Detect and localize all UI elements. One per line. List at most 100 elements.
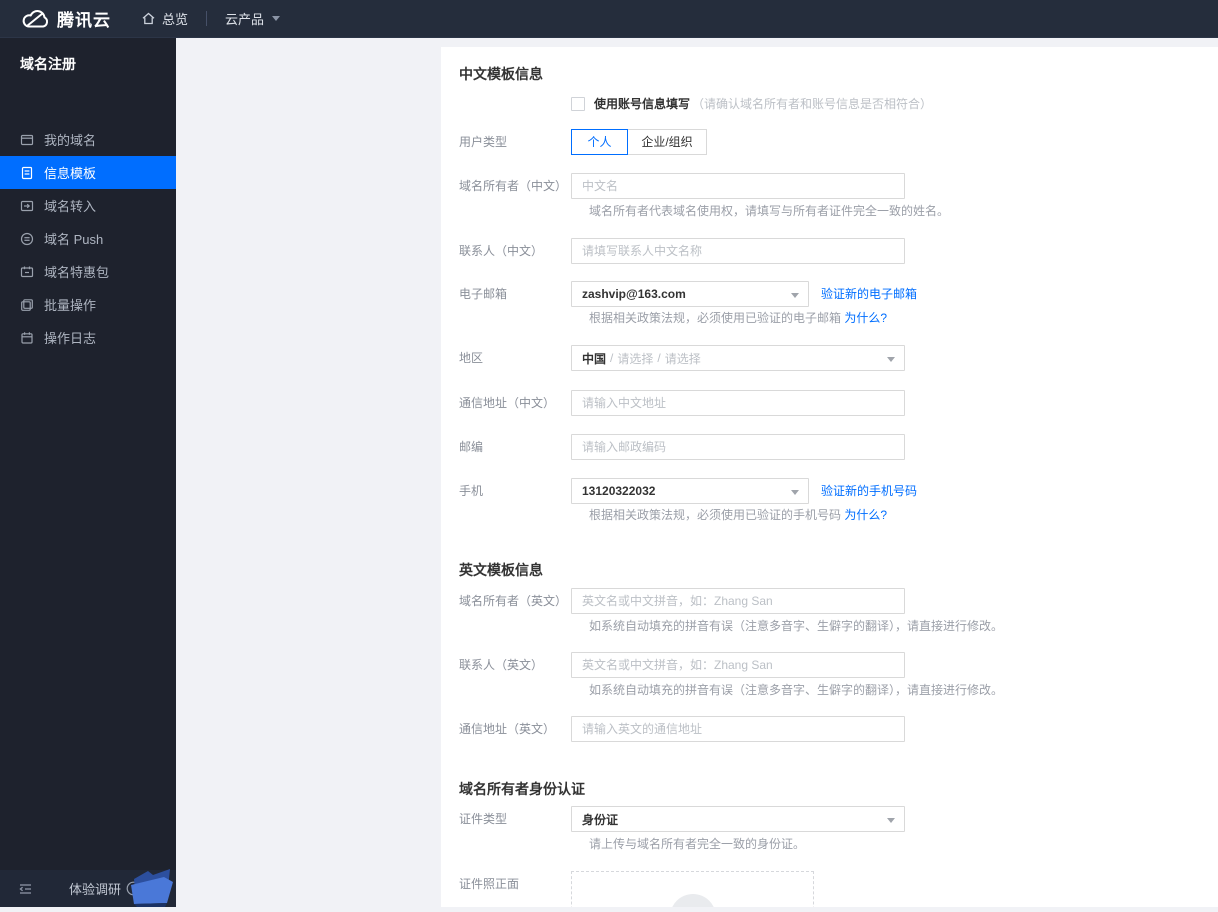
owner-en-label: 域名所有者（英文）	[459, 594, 568, 608]
nav-overview-label: 总览	[162, 12, 189, 27]
region-select[interactable]: 中国 / 请选择 / 请选择	[571, 345, 905, 371]
select-caret-icon	[791, 490, 799, 495]
collapse-sidebar-icon[interactable]	[18, 882, 33, 896]
address-en-row: 通信地址（英文）	[459, 716, 905, 742]
owner-en-help: 如系统自动填充的拼音有误（注意多音字、生僻字的翻译），请直接进行修改。	[589, 619, 1004, 633]
nav-cloud-products-label: 云产品	[225, 12, 265, 27]
batch-operation-icon	[20, 298, 34, 312]
sidebar-item-domain-package[interactable]: 域名特惠包	[0, 255, 176, 288]
cert-front-label: 证件照正面	[459, 877, 520, 891]
cert-type-label: 证件类型	[459, 812, 508, 826]
email-help-text: 根据相关政策法规，必须使用已验证的电子邮箱	[589, 311, 842, 325]
select-caret-icon	[887, 357, 895, 362]
contact-cn-input[interactable]	[571, 238, 905, 264]
owner-cn-help: 域名所有者代表域名使用权，请填写与所有者证件完全一致的姓名。	[589, 204, 950, 218]
phone-help-text: 根据相关政策法规，必须使用已验证的手机号码	[589, 508, 842, 522]
phone-why-link[interactable]: 为什么?	[844, 508, 887, 522]
cert-front-upload[interactable]	[571, 871, 814, 907]
region-separator: /	[657, 351, 661, 365]
verify-new-email-link[interactable]: 验证新的电子邮箱	[821, 281, 917, 307]
region-row: 地区 中国 / 请选择 / 请选择	[459, 345, 905, 371]
use-account-note: （请确认域名所有者和账号信息是否相符合）	[692, 97, 933, 111]
tencent-cloud-logo-icon	[20, 7, 49, 30]
sidebar-item-label: 域名特惠包	[44, 265, 110, 280]
domain-transfer-in-icon	[20, 199, 34, 213]
phone-help: 根据相关政策法规，必须使用已验证的手机号码 为什么?	[589, 508, 887, 522]
email-value: zashvip@163.com	[582, 287, 686, 301]
sidebar: 域名注册 我的域名 信息模板 域名转入 域名 Push 域名特惠包 批量操作 操…	[0, 38, 176, 907]
user-type-row: 用户类型 个人 企业/组织	[459, 129, 707, 155]
sidebar-menu: 我的域名 信息模板 域名转入 域名 Push 域名特惠包 批量操作 操作日志	[0, 123, 176, 354]
verify-new-phone-link[interactable]: 验证新的手机号码	[821, 478, 917, 504]
cert-type-row: 证件类型 身份证	[459, 806, 905, 832]
operation-log-icon	[20, 331, 34, 345]
brand-logo[interactable]: 腾讯云	[20, 6, 111, 31]
use-account-row: 使用账号信息填写 （请确认域名所有者和账号信息是否相符合）	[571, 95, 932, 112]
sidebar-item-domain-push[interactable]: 域名 Push	[0, 222, 176, 255]
brand-name: 腾讯云	[57, 11, 111, 30]
zipcode-input[interactable]	[571, 434, 905, 460]
sidebar-item-domain-transfer-in[interactable]: 域名转入	[0, 189, 176, 222]
circle-chevron-icon	[126, 881, 141, 896]
contact-cn-row: 联系人（中文）	[459, 238, 905, 264]
address-cn-input[interactable]	[571, 390, 905, 416]
address-cn-label: 通信地址（中文）	[459, 396, 556, 410]
contact-en-label: 联系人（英文）	[459, 658, 544, 672]
region-label: 地区	[459, 351, 484, 365]
cert-front-row: 证件照正面	[459, 871, 814, 907]
owner-cn-row: 域名所有者（中文）	[459, 173, 905, 199]
owner-cn-label: 域名所有者（中文）	[459, 179, 568, 193]
address-en-input[interactable]	[571, 716, 905, 742]
tab-organization[interactable]: 企业/组织	[627, 129, 707, 155]
upload-placeholder-circle	[669, 894, 716, 907]
email-select[interactable]: zashvip@163.com	[571, 281, 809, 307]
contact-cn-label: 联系人（中文）	[459, 244, 544, 258]
cert-type-select[interactable]: 身份证	[571, 806, 905, 832]
sidebar-footer: 体验调研	[0, 869, 176, 907]
info-template-icon	[20, 166, 34, 180]
contact-en-input[interactable]	[571, 652, 905, 678]
cert-type-value: 身份证	[582, 812, 619, 827]
region-province-placeholder: 请选择	[617, 351, 654, 366]
sidebar-title: 域名注册	[20, 56, 76, 72]
address-cn-row: 通信地址（中文）	[459, 390, 905, 416]
sidebar-item-info-template[interactable]: 信息模板	[0, 156, 176, 189]
email-why-link[interactable]: 为什么?	[844, 311, 887, 325]
region-country: 中国	[582, 351, 607, 366]
user-type-tabs: 个人 企业/组织	[571, 129, 707, 155]
content-area: 中文模板信息 使用账号信息填写 （请确认域名所有者和账号信息是否相符合） 用户类…	[176, 38, 1218, 907]
email-label: 电子邮箱	[459, 287, 508, 301]
domain-package-icon	[20, 265, 34, 279]
sidebar-item-operation-log[interactable]: 操作日志	[0, 321, 176, 354]
sidebar-item-label: 我的域名	[44, 133, 97, 148]
my-domains-icon	[20, 133, 34, 147]
phone-value: 13120322032	[582, 484, 656, 498]
phone-select[interactable]: 13120322032	[571, 478, 809, 504]
section-title-cn: 中文模板信息	[459, 66, 543, 82]
owner-cn-input[interactable]	[571, 173, 905, 199]
sidebar-item-label: 信息模板	[44, 166, 97, 181]
form-card: 中文模板信息 使用账号信息填写 （请确认域名所有者和账号信息是否相符合） 用户类…	[441, 47, 1218, 907]
sidebar-item-my-domains[interactable]: 我的域名	[0, 123, 176, 156]
zipcode-row: 邮编	[459, 434, 905, 460]
use-account-checkbox[interactable]	[571, 96, 585, 111]
topnav: 总览 云产品	[141, 9, 281, 28]
address-en-label: 通信地址（英文）	[459, 722, 556, 736]
survey-label: 体验调研	[69, 882, 122, 897]
select-caret-icon	[791, 293, 799, 298]
select-caret-icon	[887, 818, 895, 823]
sidebar-item-label: 域名 Push	[44, 232, 104, 247]
region-separator: /	[610, 351, 614, 365]
owner-en-input[interactable]	[571, 588, 905, 614]
nav-overview[interactable]: 总览	[141, 9, 188, 28]
home-icon	[141, 11, 156, 26]
domain-push-icon	[20, 232, 34, 246]
sidebar-item-batch-operation[interactable]: 批量操作	[0, 288, 176, 321]
nav-cloud-products[interactable]: 云产品	[225, 9, 281, 28]
phone-row: 手机 13120322032 验证新的手机号码	[459, 478, 917, 504]
use-account-label[interactable]: 使用账号信息填写	[594, 95, 690, 112]
survey-link[interactable]: 体验调研	[69, 879, 141, 898]
email-row: 电子邮箱 zashvip@163.com 验证新的电子邮箱	[459, 281, 917, 307]
tab-personal[interactable]: 个人	[571, 129, 628, 155]
chevron-down-icon	[272, 16, 281, 21]
